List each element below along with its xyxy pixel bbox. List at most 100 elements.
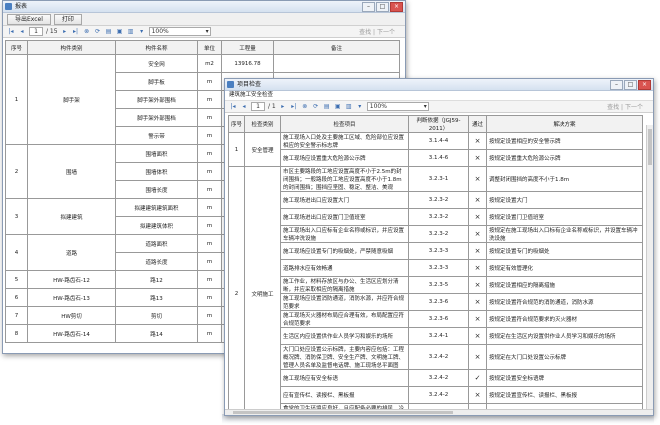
zoom-select[interactable]: 100% bbox=[366, 102, 429, 111]
cell-unit: m bbox=[197, 324, 222, 343]
cell-item: 施工现场应设置重大危险源公示牌 bbox=[280, 149, 409, 167]
refresh-icon[interactable]: ⟳ bbox=[312, 103, 320, 110]
inspection-window: 项目检查 – □ × 建筑施工安全检查 |◂ ◂ 1 / 1 ▸ ▸| ⊗ ⟳ … bbox=[224, 78, 654, 416]
cell-solution: 按规定设置相应的安全警示牌 bbox=[486, 132, 643, 150]
cell-category: 道路 bbox=[27, 234, 116, 271]
find-next-link[interactable]: 下一个 bbox=[625, 104, 643, 111]
inspection-table: 序号 检查类别 检查项目 判断依据（JGJ59-2011） 通过 解决方案 1安… bbox=[228, 115, 643, 415]
close-button[interactable]: × bbox=[638, 80, 651, 90]
page-number-input[interactable]: 1 bbox=[29, 27, 43, 36]
table-row: 1 安全管理 施工现场入口处及主要施工区域、危险部位应设置相应的安全警示标志牌 3.1… bbox=[228, 132, 643, 167]
minimize-button[interactable]: – bbox=[362, 2, 375, 12]
cell-basis: 3.2.3-3 bbox=[408, 259, 469, 277]
find-link[interactable]: 查找 bbox=[607, 104, 619, 111]
horizontal-scrollbar[interactable] bbox=[225, 409, 653, 415]
cell-name: 围墙长度 bbox=[115, 180, 198, 199]
scroll-thumb[interactable] bbox=[648, 129, 652, 165]
layout-icon[interactable]: ▣ bbox=[334, 103, 342, 110]
cell-basis: 3.2.3-6 bbox=[408, 310, 469, 328]
col-header: 通过 bbox=[468, 115, 487, 133]
cell-unit: m bbox=[197, 126, 222, 145]
cell-basis: 3.2.3-3 bbox=[408, 242, 469, 260]
cell-name: 围墙体积 bbox=[115, 162, 198, 181]
page-total: / 1 bbox=[268, 103, 276, 110]
prev-page-icon[interactable]: ◂ bbox=[18, 28, 26, 35]
cell-pass: × bbox=[468, 208, 487, 226]
last-page-icon[interactable]: ▸| bbox=[72, 28, 80, 35]
close-button[interactable]: × bbox=[390, 2, 403, 12]
table-row: 应有宣传栏、读报栏、黑板报 3.2.4-2 × 按规定设置宣传栏、读报栏、黑板报 bbox=[229, 386, 643, 404]
col-header: 序号 bbox=[228, 115, 245, 133]
cell-basis: 3.2.4-1 bbox=[408, 327, 469, 345]
table-row: 施工现场进出口应设置门卫值班室 3.2.3-2 × 按规定设置门卫值班室 bbox=[229, 208, 643, 226]
table-row: 道路排水应有效畅通 3.2.3-3 × 按规定有效管理化 bbox=[229, 259, 643, 277]
cell-no: 6 bbox=[5, 288, 28, 307]
cell-solution: 按规定设置大门 bbox=[486, 191, 643, 209]
find-link[interactable]: 查找 bbox=[359, 29, 371, 36]
cell-solution: 调整封闭围挡的高度不小于1.8m bbox=[486, 166, 643, 192]
cell-item: 生活区内应设置供作业人员学习和娱乐的场所 bbox=[280, 327, 409, 345]
cell-basis: 3.2.3-2 bbox=[408, 191, 469, 209]
scroll-thumb[interactable] bbox=[233, 411, 453, 414]
next-page-icon[interactable]: ▸ bbox=[279, 103, 287, 110]
first-page-icon[interactable]: |◂ bbox=[229, 103, 237, 110]
export-icon[interactable]: ▾ bbox=[138, 28, 146, 35]
table-row: 1 脚手架 安全网 m2 13916.78 bbox=[5, 54, 400, 145]
page-number-input[interactable]: 1 bbox=[251, 102, 265, 111]
cell-category: HW-路齿石-13 bbox=[27, 288, 116, 307]
cell-solution: 按规定设置相应的隔离措施 bbox=[486, 276, 643, 294]
stop-icon[interactable]: ⊗ bbox=[301, 103, 309, 110]
table-row: 生活区内应设置供作业人员学习和娱乐的场所 3.2.4-1 × 按规定在生活区内设置供作… bbox=[229, 327, 643, 345]
cell-solution: 按规定在大门口处设置公示标牌 bbox=[486, 344, 643, 370]
app-icon bbox=[227, 81, 234, 88]
cell-category: 安全管理 bbox=[244, 132, 281, 167]
cell-unit: m bbox=[197, 216, 222, 235]
cell-item: 施工现场进出口应设置大门 bbox=[280, 191, 409, 209]
refresh-icon[interactable]: ⟳ bbox=[94, 28, 102, 35]
export-icon[interactable]: ▾ bbox=[356, 103, 364, 110]
cell-item: 应有宣传栏、读报栏、黑板报 bbox=[280, 386, 409, 404]
cell-no: 5 bbox=[5, 270, 28, 289]
zoom-select[interactable]: 100% bbox=[148, 27, 211, 36]
cell-item: 施工现场入口处及主要施工区域、危险部位应设置相应的安全警示标志牌 bbox=[280, 132, 409, 150]
cell-no: 2 bbox=[228, 166, 245, 415]
report-navbar: |◂ ◂ 1 / 15 ▸ ▸| ⊗ ⟳ ▤ ▣ ▥ ▾ 100% 查找 | 下… bbox=[3, 26, 405, 38]
last-page-icon[interactable]: ▸| bbox=[290, 103, 298, 110]
minimize-button[interactable]: – bbox=[610, 80, 623, 90]
cell-pass: × bbox=[468, 242, 487, 260]
cell-item: 施工现场出入口应标有企业名称或标识，并应设置车辆冲洗设施 bbox=[280, 225, 409, 243]
print-icon[interactable]: ▤ bbox=[323, 103, 331, 110]
cell-basis: 3.2.3-5 bbox=[408, 276, 469, 294]
print-button[interactable]: 打印 bbox=[53, 13, 82, 25]
print-icon[interactable]: ▤ bbox=[105, 28, 113, 35]
vertical-scrollbar[interactable] bbox=[646, 125, 653, 415]
cell-name: 警示带 bbox=[115, 126, 198, 145]
page-setup-icon[interactable]: ▥ bbox=[127, 28, 135, 35]
table-row: 施工现场应有安全标语 3.2.4-2 ✓ 按规定设置安全标语牌 bbox=[229, 369, 643, 387]
cell-item: 施工现场灭火器材布局应合理有效，布局配置应符合规范要求 bbox=[280, 310, 409, 328]
cell-category: 围墙 bbox=[27, 144, 116, 199]
col-header: 单位 bbox=[197, 40, 222, 55]
maximize-button[interactable]: □ bbox=[376, 2, 389, 12]
cell-pass: × bbox=[468, 276, 487, 294]
cell-solution: 按规定设置符合规范的消防通道，消防水源 bbox=[486, 293, 643, 311]
next-page-icon[interactable]: ▸ bbox=[61, 28, 69, 35]
cell-solution: 按规定有效管理化 bbox=[486, 259, 643, 277]
stop-icon[interactable]: ⊗ bbox=[83, 28, 91, 35]
first-page-icon[interactable]: |◂ bbox=[7, 28, 15, 35]
layout-icon[interactable]: ▣ bbox=[116, 28, 124, 35]
prev-page-icon[interactable]: ◂ bbox=[240, 103, 248, 110]
find-next-link[interactable]: 下一个 bbox=[377, 29, 395, 36]
cell-name: 路13 bbox=[115, 288, 198, 307]
table-row: 施工现场应设置专门的吸烟处，严禁随意吸烟 3.2.3-3 × 按规定设置专门的吸烟处 bbox=[229, 242, 643, 260]
maximize-button[interactable]: □ bbox=[624, 80, 637, 90]
cell-basis: 3.2.4-2 bbox=[408, 369, 469, 387]
cell-name: 拟建建筑建筑面积 bbox=[115, 198, 198, 217]
cell-unit: m bbox=[197, 234, 222, 253]
export-excel-button[interactable]: 导出Excel bbox=[7, 13, 51, 25]
page-setup-icon[interactable]: ▥ bbox=[345, 103, 353, 110]
cell-category: 脚手架 bbox=[27, 54, 116, 145]
page-total: / 15 bbox=[46, 28, 58, 35]
col-header: 构件类别 bbox=[27, 40, 116, 55]
col-header: 检查项目 bbox=[280, 115, 409, 133]
